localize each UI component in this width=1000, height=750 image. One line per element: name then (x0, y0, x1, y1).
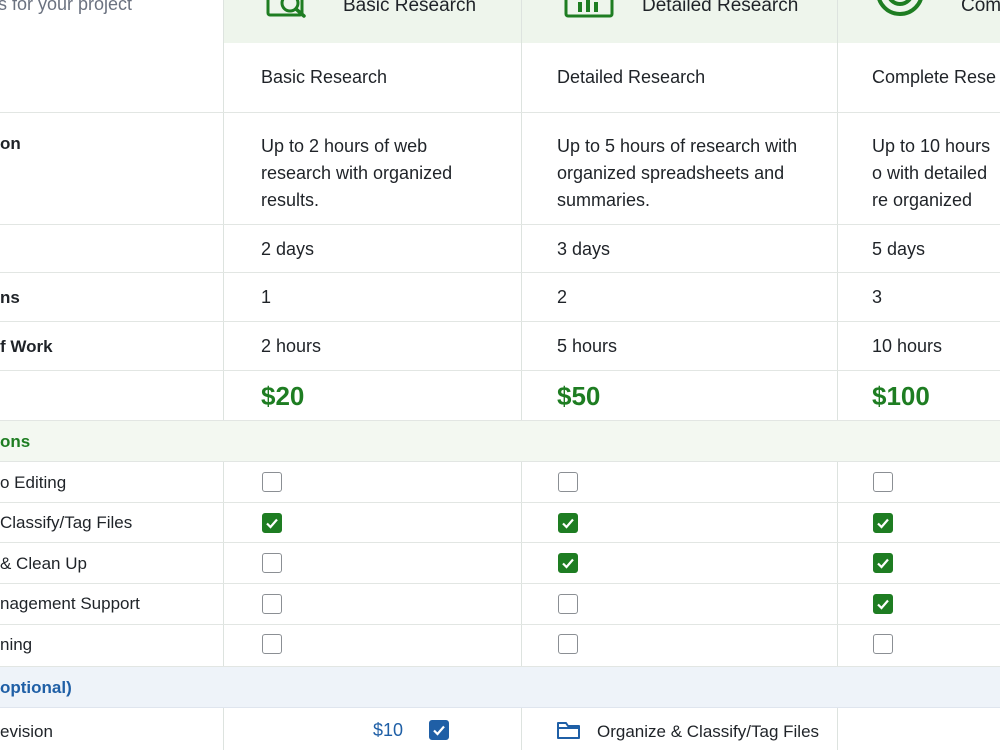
bar-chart-icon (564, 0, 620, 25)
addon-option-label[interactable]: Organize & Classify/Tag Files (597, 722, 819, 742)
feature-checkbox[interactable] (558, 553, 578, 573)
package-title: Detailed Research (642, 0, 799, 16)
price-cell: $20 (261, 381, 305, 411)
package-header-basic[interactable]: Basic Research (224, 0, 521, 43)
section-included-options: ons (0, 421, 1000, 462)
target-icon (874, 0, 926, 25)
section-optional-addons: optional) (0, 667, 1000, 708)
addon-price: $10 (373, 720, 404, 740)
row-price: $20 $50 $100 (0, 371, 1000, 421)
feature-checkbox[interactable] (873, 472, 893, 492)
feature-label: nagement Support (0, 594, 140, 613)
addon-row: evision $10 Organize & Classify/Tag File… (0, 708, 1000, 750)
feature-row: o Editing (0, 462, 1000, 503)
package-header-complete[interactable]: Com (838, 0, 1000, 43)
package-header-detailed[interactable]: Detailed Research (522, 0, 837, 43)
description-cell: Up to 10 hours o with detailed re organi… (872, 136, 991, 210)
feature-checkbox[interactable] (873, 594, 893, 614)
revisions-cell: 1 (261, 287, 272, 307)
feature-label: o Editing (0, 473, 67, 492)
revisions-cell: 3 (872, 287, 883, 307)
hours-cell: 2 hours (261, 336, 322, 356)
feature-label: ning (0, 635, 33, 654)
row-delivery: 2 days 3 days 5 days (0, 225, 1000, 273)
addon-label: evision (0, 722, 53, 741)
description-cell: Up to 2 hours of web research with organ… (261, 136, 453, 210)
header-left: s for your project (0, 0, 223, 43)
magnifier-chart-icon (264, 0, 320, 25)
package-name-cell: Detailed Research (557, 67, 706, 87)
section-title: ons (0, 432, 31, 451)
feature-checkbox[interactable] (558, 472, 578, 492)
row-label: f Work (0, 337, 53, 356)
revisions-cell: 2 (557, 287, 568, 307)
package-name-cell: Complete Rese (872, 67, 997, 87)
row-description: on Up to 2 hours of web research with or… (0, 113, 1000, 225)
feature-label: Classify/Tag Files (0, 513, 133, 532)
description-cell: Up to 5 hours of research with organized… (557, 136, 798, 210)
price-cell: $50 (557, 381, 601, 411)
feature-checkbox[interactable] (873, 513, 893, 533)
feature-checkbox[interactable] (558, 513, 578, 533)
feature-checkbox[interactable] (262, 513, 282, 533)
feature-row: ning (0, 625, 1000, 667)
package-header: s for your project Basic Research Detail… (0, 0, 1000, 43)
package-title: Basic Research (343, 0, 477, 16)
delivery-cell: 3 days (557, 239, 611, 259)
section-title: optional) (0, 678, 72, 697)
addon-checkbox[interactable] (429, 720, 449, 740)
feature-checkbox[interactable] (262, 634, 282, 654)
row-hours-of-work: f Work 2 hours 5 hours 10 hours (0, 322, 1000, 371)
delivery-cell: 2 days (261, 239, 315, 259)
folder-icon (556, 719, 582, 746)
header-subtitle: s for your project (0, 0, 133, 14)
feature-checkbox[interactable] (558, 634, 578, 654)
hours-cell: 5 hours (557, 336, 618, 356)
row-label: ns (0, 288, 20, 307)
feature-checkbox[interactable] (262, 594, 282, 614)
package-name-cell: Basic Research (261, 67, 388, 87)
feature-checkbox[interactable] (873, 553, 893, 573)
row-label: on (0, 134, 21, 153)
row-package-name: Basic Research Detailed Research Complet… (0, 43, 1000, 113)
feature-checkbox[interactable] (262, 472, 282, 492)
feature-checkbox[interactable] (558, 594, 578, 614)
row-revisions: ns 1 2 3 (0, 273, 1000, 322)
package-title: Com (961, 0, 1000, 16)
feature-row: & Clean Up (0, 543, 1000, 584)
feature-label: & Clean Up (0, 554, 87, 573)
feature-row: Classify/Tag Files (0, 503, 1000, 543)
delivery-cell: 5 days (872, 239, 926, 259)
feature-row: nagement Support (0, 584, 1000, 625)
price-cell: $100 (872, 381, 930, 411)
feature-checkbox[interactable] (262, 553, 282, 573)
hours-cell: 10 hours (872, 336, 943, 356)
feature-checkbox[interactable] (873, 634, 893, 654)
